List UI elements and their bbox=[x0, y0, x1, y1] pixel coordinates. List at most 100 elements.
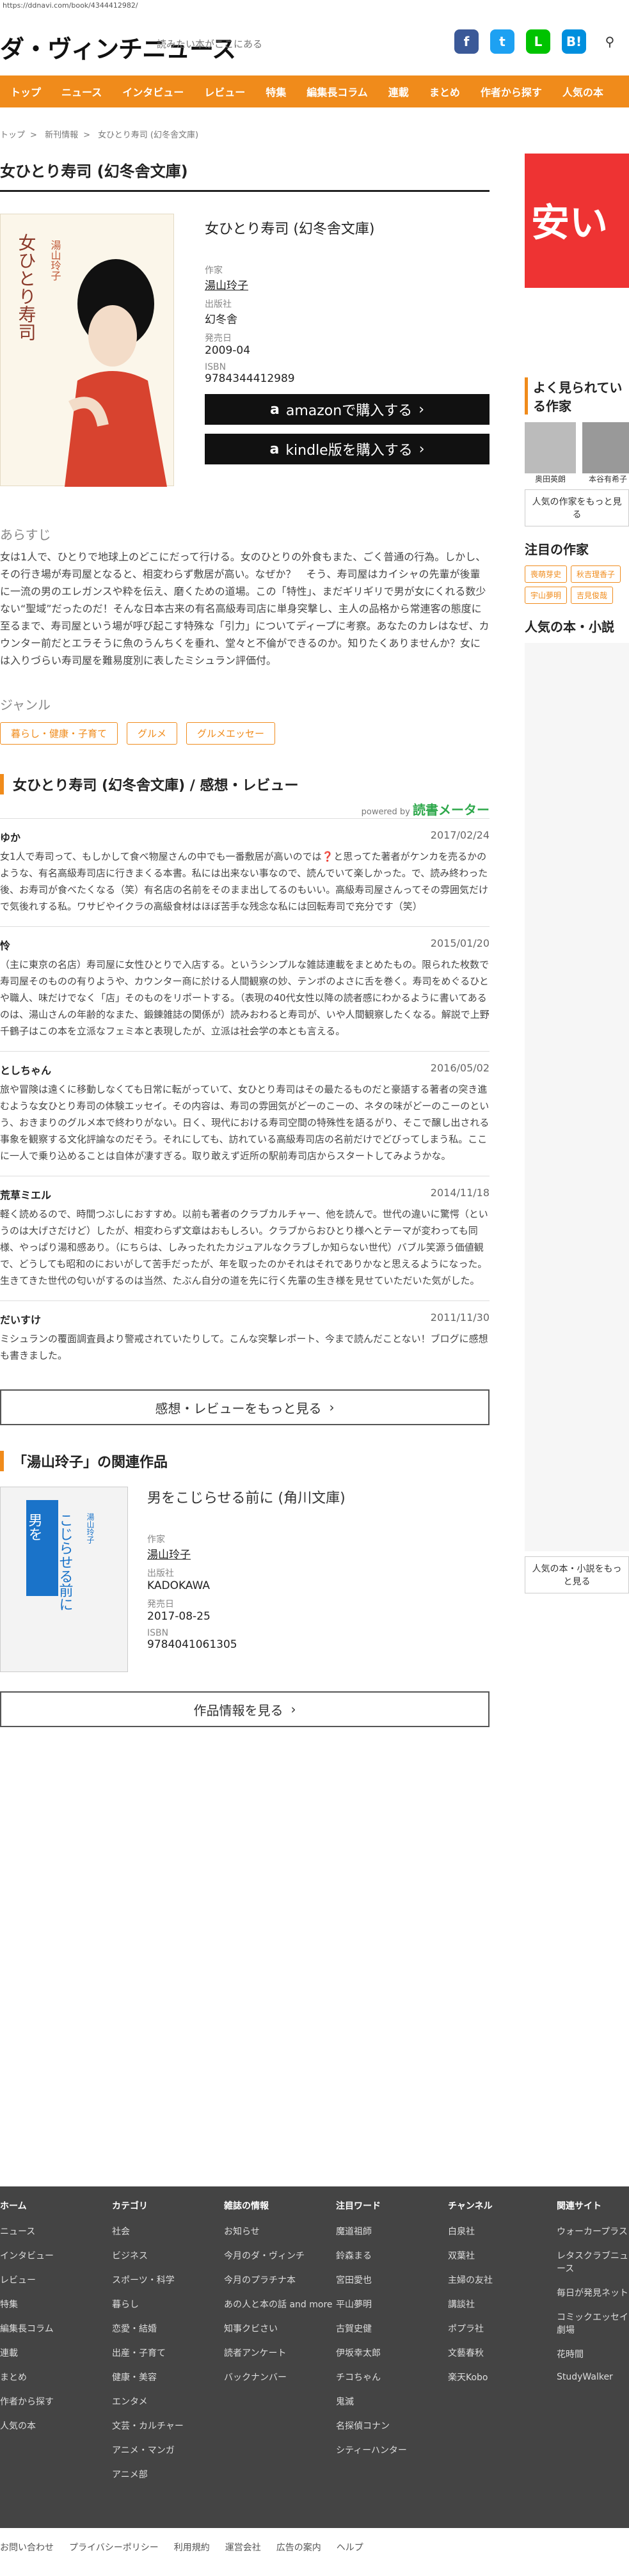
attention-tag[interactable]: 秋吉理香子 bbox=[571, 565, 621, 583]
attention-tag[interactable]: 吉見俊哉 bbox=[571, 587, 614, 604]
related-book-title[interactable]: 男をこじらせる前に (角川文庫) bbox=[147, 1487, 490, 1507]
footer-link[interactable]: 読者アンケート bbox=[224, 2346, 333, 2359]
footer-link[interactable]: 編集長コラム bbox=[0, 2322, 54, 2335]
footer-column-heading[interactable]: 雑誌の情報 bbox=[224, 2199, 333, 2212]
kindle-buy-button[interactable]: a kindle版を購入する › bbox=[205, 434, 490, 464]
popular-authors-more-button[interactable]: 人気の作家をもっと見る bbox=[525, 489, 629, 526]
nav-item[interactable]: 特集 bbox=[255, 84, 296, 99]
footer-link[interactable]: 毎日が発見ネット bbox=[557, 2286, 629, 2299]
nav-item[interactable]: ニュース bbox=[51, 84, 112, 99]
work-info-button[interactable]: 作品情報を見る › bbox=[0, 1691, 490, 1727]
nav-item[interactable]: レビュー bbox=[194, 84, 255, 99]
footer-link[interactable]: 双葉社 bbox=[448, 2249, 493, 2262]
footer-column-heading[interactable]: 関連サイト bbox=[557, 2199, 629, 2212]
footer-link[interactable]: 主婦の友社 bbox=[448, 2273, 493, 2286]
nav-item[interactable]: 編集長コラム bbox=[296, 84, 378, 99]
footer-link[interactable]: コミックエッセイ劇場 bbox=[557, 2311, 629, 2336]
footer-link[interactable]: 講談社 bbox=[448, 2298, 493, 2311]
footer-link[interactable]: ウォーカープラス bbox=[557, 2225, 629, 2238]
footer-link[interactable]: アニメ部 bbox=[112, 2468, 184, 2481]
footer-link[interactable]: 今月のダ・ヴィンチ bbox=[224, 2249, 333, 2262]
nav-item[interactable]: 連載 bbox=[378, 84, 419, 99]
popular-books-more-button[interactable]: 人気の本・小説をもっと見る bbox=[525, 1556, 629, 1593]
footer-link[interactable]: 文芸・カルチャー bbox=[112, 2419, 184, 2432]
footer-link[interactable]: 特集 bbox=[0, 2298, 54, 2311]
footer-link[interactable]: ニュース bbox=[0, 2225, 54, 2238]
attention-tag[interactable]: 宇山夢明 bbox=[525, 587, 568, 604]
footer-link[interactable]: インタビュー bbox=[0, 2249, 54, 2262]
footer-link[interactable]: 今月のプラチナ本 bbox=[224, 2273, 333, 2286]
footer-link[interactable]: 楽天Kobo bbox=[448, 2371, 493, 2383]
footer-link[interactable]: StudyWalker bbox=[557, 2372, 629, 2382]
nav-item[interactable]: まとめ bbox=[419, 84, 470, 99]
footer-link[interactable]: 魔道祖師 bbox=[336, 2225, 407, 2238]
footer-link[interactable]: ビジネス bbox=[112, 2249, 184, 2262]
footer-link[interactable]: 人気の本 bbox=[0, 2419, 54, 2432]
footer-link[interactable]: 暮らし bbox=[112, 2298, 184, 2311]
reviewer-name[interactable]: だいすけ bbox=[0, 1311, 41, 1327]
footer-link[interactable]: レビュー bbox=[0, 2273, 54, 2286]
ad-banner[interactable]: 安い bbox=[525, 154, 629, 288]
footer-link[interactable]: スポーツ・科学 bbox=[112, 2273, 184, 2286]
footer-link[interactable]: アニメ・マンガ bbox=[112, 2444, 184, 2456]
footer-link[interactable]: 宮田愛也 bbox=[336, 2273, 407, 2286]
twitter-icon[interactable]: t bbox=[490, 29, 514, 54]
footer-link[interactable]: 鈴森まる bbox=[336, 2249, 407, 2262]
facebook-icon[interactable]: f bbox=[454, 29, 479, 54]
footer-link[interactable]: 古賀史健 bbox=[336, 2322, 407, 2335]
footer-column-heading[interactable]: 注目ワード bbox=[336, 2199, 407, 2212]
nav-item[interactable]: トップ bbox=[0, 84, 51, 99]
footer-link[interactable]: お知らせ bbox=[224, 2225, 333, 2238]
footer-link[interactable]: 伊坂幸太郎 bbox=[336, 2346, 407, 2359]
footer-bottom-link[interactable]: プライバシーポリシー bbox=[69, 2541, 159, 2563]
genre-tag[interactable]: グルメエッセー bbox=[186, 722, 276, 745]
footer-bottom-link[interactable]: ヘルプ bbox=[337, 2541, 363, 2563]
search-tagline[interactable]: 読みたい本がここにある bbox=[157, 37, 262, 51]
footer-link[interactable]: エンタメ bbox=[112, 2395, 184, 2408]
author-card[interactable]: 奥田英朗 bbox=[525, 422, 576, 484]
search-icon[interactable]: ⚲ bbox=[598, 29, 622, 54]
more-reviews-button[interactable]: 感想・レビューをもっと見る › bbox=[0, 1389, 490, 1425]
footer-link[interactable]: あの人と本の話 and more bbox=[224, 2298, 333, 2311]
footer-link[interactable]: 社会 bbox=[112, 2225, 184, 2238]
footer-link[interactable]: 恋愛・結婚 bbox=[112, 2322, 184, 2335]
footer-link[interactable]: 花時間 bbox=[557, 2348, 629, 2360]
footer-link[interactable]: 出産・子育て bbox=[112, 2346, 184, 2359]
footer-link[interactable]: バックナンバー bbox=[224, 2371, 333, 2383]
author-card[interactable]: 本谷有希子 bbox=[582, 422, 629, 484]
footer-link[interactable]: シティーハンター bbox=[336, 2444, 407, 2456]
hatena-icon[interactable]: B! bbox=[562, 29, 586, 54]
footer-link[interactable]: まとめ bbox=[0, 2371, 54, 2383]
related-author-link[interactable]: 湯山玲子 bbox=[147, 1545, 490, 1561]
footer-link[interactable]: 連載 bbox=[0, 2346, 54, 2359]
footer-link[interactable]: チコちゃん bbox=[336, 2371, 407, 2383]
breadcrumb-top[interactable]: トップ bbox=[0, 130, 25, 140]
footer-link[interactable]: 知事クビさい bbox=[224, 2322, 333, 2335]
footer-bottom-link[interactable]: お問い合わせ bbox=[0, 2541, 54, 2563]
amazon-buy-button[interactable]: a amazonで購入する › bbox=[205, 394, 490, 425]
nav-item[interactable]: 人気の本 bbox=[552, 84, 614, 99]
footer-link[interactable]: 文藝春秋 bbox=[448, 2346, 493, 2359]
footer-column-heading[interactable]: カテゴリ bbox=[112, 2199, 184, 2212]
nav-item[interactable]: 作者から探す bbox=[470, 84, 552, 99]
breadcrumb-new[interactable]: 新刊情報 bbox=[45, 130, 78, 140]
genre-tag[interactable]: 暮らし・健康・子育て bbox=[0, 722, 118, 745]
attention-tag[interactable]: 喪萌芽史 bbox=[525, 565, 568, 583]
footer-link[interactable]: 作者から探す bbox=[0, 2395, 54, 2408]
genre-tag[interactable]: グルメ bbox=[127, 722, 178, 745]
footer-column-heading[interactable]: ホーム bbox=[0, 2199, 54, 2212]
footer-bottom-link[interactable]: 利用規約 bbox=[174, 2541, 210, 2563]
related-book-cover[interactable]: 男を こじらせる前に 湯山玲子 bbox=[0, 1487, 128, 1672]
nav-item[interactable]: インタビュー bbox=[112, 84, 194, 99]
footer-column-heading[interactable]: チャンネル bbox=[448, 2199, 493, 2212]
reviewer-name[interactable]: ゆか bbox=[0, 829, 20, 844]
reviewer-name[interactable]: 怜 bbox=[0, 937, 10, 952]
author-link[interactable]: 湯山玲子 bbox=[205, 276, 490, 292]
reviewer-name[interactable]: 荒草ミエル bbox=[0, 1187, 51, 1202]
footer-bottom-link[interactable]: 運営会社 bbox=[225, 2541, 261, 2563]
reviewer-name[interactable]: としちゃん bbox=[0, 1062, 51, 1077]
bookmeter-logo[interactable]: 読書メーター bbox=[413, 802, 490, 818]
footer-link[interactable]: 名探偵コナン bbox=[336, 2419, 407, 2432]
line-icon[interactable]: L bbox=[526, 29, 550, 54]
footer-link[interactable]: 白泉社 bbox=[448, 2225, 493, 2238]
